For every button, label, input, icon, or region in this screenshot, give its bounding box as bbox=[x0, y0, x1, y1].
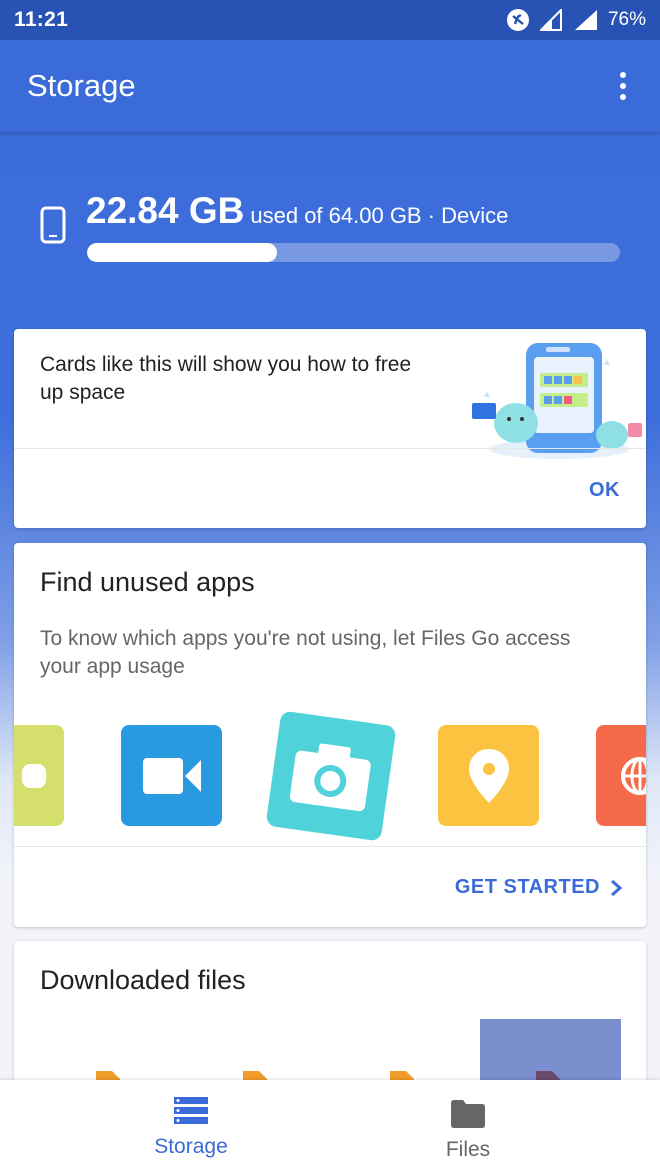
app-bar: Storage bbox=[0, 40, 660, 132]
app-tile-maps bbox=[438, 725, 539, 826]
tip-card-text: Cards like this will show you how to fre… bbox=[40, 353, 412, 404]
location-pin-icon bbox=[468, 748, 509, 803]
app-tile-video bbox=[121, 725, 222, 826]
downloaded-files-title: Downloaded files bbox=[40, 965, 246, 995]
storage-used-amount: 22.84 GB bbox=[86, 190, 245, 231]
storage-used-detail: used of 64.00 GB · Device bbox=[250, 203, 509, 228]
signal-icon bbox=[539, 9, 562, 31]
storage-progress-fill bbox=[87, 243, 278, 262]
nav-files-label: Files bbox=[445, 1138, 491, 1161]
unused-apps-description: To know which apps you're not using, let… bbox=[40, 627, 571, 678]
more-vert-icon bbox=[620, 72, 626, 78]
chat-icon bbox=[22, 763, 46, 788]
unused-apps-divider bbox=[14, 846, 646, 847]
storage-progress-bar bbox=[87, 243, 620, 262]
app-tile-chat bbox=[14, 725, 64, 826]
folder-icon bbox=[451, 1100, 485, 1128]
nav-storage-label: Storage bbox=[154, 1135, 228, 1158]
tip-card-divider bbox=[14, 448, 646, 449]
unused-apps-card: Find unused apps To know which apps you'… bbox=[14, 543, 646, 927]
downloaded-files-card: Downloaded files bbox=[14, 941, 646, 1101]
video-camera-icon bbox=[142, 757, 201, 794]
nav-tab-files[interactable]: Files bbox=[303, 1080, 633, 1173]
phone-icon bbox=[40, 206, 66, 244]
storage-icon bbox=[174, 1097, 208, 1124]
bottom-navigation: Storage Files bbox=[0, 1080, 660, 1173]
status-time: 11:21 bbox=[14, 8, 69, 31]
app-tile-camera bbox=[265, 710, 397, 842]
camera-icon bbox=[289, 743, 371, 812]
page-title: Storage bbox=[27, 68, 136, 103]
storage-used: 22.84 GB used of 64.00 GB · Device bbox=[86, 190, 508, 232]
storage-summary: 22.84 GB used of 64.00 GB · Device bbox=[0, 132, 660, 328]
sync-disabled-icon bbox=[506, 9, 529, 31]
chevron-right-icon bbox=[611, 879, 622, 896]
signal-full-icon bbox=[574, 10, 597, 30]
battery-percentage: 76% bbox=[607, 9, 646, 30]
unused-apps-title: Find unused apps bbox=[40, 567, 255, 597]
get-started-button[interactable]: GET STARTED bbox=[455, 876, 622, 899]
tip-ok-button[interactable]: OK bbox=[589, 479, 620, 502]
status-bar: 11:21 76% bbox=[0, 0, 660, 40]
get-started-label: GET STARTED bbox=[454, 876, 600, 898]
app-tile-browser bbox=[596, 725, 646, 826]
status-icons: 76% bbox=[506, 8, 646, 32]
globe-icon bbox=[621, 756, 646, 795]
tip-card: Cards like this will show you how to fre… bbox=[14, 329, 646, 528]
more-options-button[interactable] bbox=[608, 66, 638, 106]
